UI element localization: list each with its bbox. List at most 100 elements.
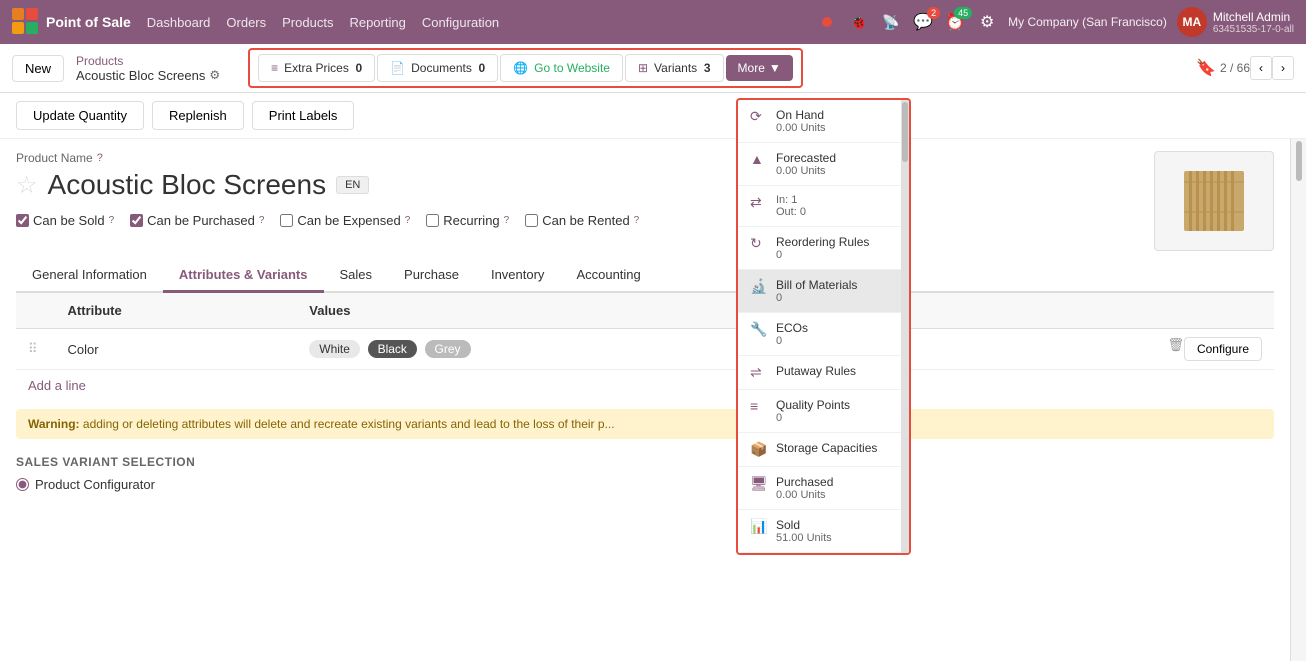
activity-icon[interactable]: ⏰ 45	[944, 11, 966, 33]
can-be-sold-checkbox[interactable]: Can be Sold ?	[16, 213, 114, 228]
product-image-svg	[1174, 161, 1254, 241]
dropdown-item-ecos[interactable]: 🔧 ECOs 0	[738, 313, 909, 356]
update-quantity-button[interactable]: Update Quantity	[16, 101, 144, 130]
dropdown-item-quality[interactable]: ≡ Quality Points 0	[738, 390, 909, 433]
recurring-checkbox[interactable]: Recurring ?	[426, 213, 509, 228]
next-page-button[interactable]: ›	[1272, 56, 1294, 80]
right-scrollbar[interactable]	[1290, 139, 1306, 661]
language-badge[interactable]: EN	[336, 176, 369, 194]
product-image[interactable]	[1154, 151, 1274, 251]
product-configurator-radio[interactable]: Product Configurator	[16, 477, 1274, 492]
tab-attributes-variants[interactable]: Attributes & Variants	[163, 259, 324, 293]
chat-badge: 2	[927, 7, 940, 19]
page-actions-bar: Update Quantity Replenish Print Labels	[0, 93, 1306, 139]
can-be-expensed-checkbox[interactable]: Can be Expensed ?	[280, 213, 410, 228]
breadcrumb-gear-icon[interactable]: ⚙	[209, 68, 220, 82]
website-icon: 🌐	[513, 61, 528, 75]
go-to-website-button[interactable]: 🌐 Go to Website	[500, 54, 623, 82]
purchased-icon: 🖥	[750, 475, 768, 492]
sales-variant-section-title: SALES VARIANT SELECTION	[16, 455, 1274, 469]
menu-reporting[interactable]: Reporting	[349, 15, 405, 30]
product-name-help-icon[interactable]: ?	[97, 152, 103, 164]
user-name: Mitchell Admin	[1213, 10, 1294, 24]
tab-inventory[interactable]: Inventory	[475, 259, 560, 293]
sold-help-icon[interactable]: ?	[109, 215, 115, 226]
breadcrumb-parent[interactable]: Products	[76, 54, 220, 68]
sold-icon: 📊	[750, 518, 768, 535]
print-labels-button[interactable]: Print Labels	[252, 101, 355, 130]
warning-message: Warning: adding or deleting attributes w…	[16, 409, 1274, 439]
menu-products[interactable]: Products	[282, 15, 333, 30]
new-button[interactable]: New	[12, 55, 64, 82]
tab-purchase[interactable]: Purchase	[388, 259, 475, 293]
tag-grey: Grey	[425, 340, 471, 358]
expensed-help-icon[interactable]: ?	[405, 215, 411, 226]
can-be-purchased-checkbox[interactable]: Can be Purchased ?	[130, 213, 264, 228]
more-button[interactable]: More ▼	[726, 55, 793, 81]
breadcrumb: Products Acoustic Bloc Screens ⚙	[76, 54, 220, 83]
main-menu: Dashboard Orders Products Reporting Conf…	[147, 15, 499, 30]
dropdown-scrollbar[interactable]	[901, 100, 909, 553]
dropdown-item-reordering[interactable]: ↻ Reordering Rules 0	[738, 227, 909, 270]
more-dropdown-menu: ⟳ On Hand 0.00 Units ▲ Forecasted 0.00 U…	[736, 98, 911, 555]
chat-icon[interactable]: 💬 2	[912, 11, 934, 33]
extra-prices-icon: ≡	[271, 61, 278, 75]
status-dot-red[interactable]	[816, 11, 838, 33]
dropdown-item-on-hand[interactable]: ⟳ On Hand 0.00 Units	[738, 100, 909, 143]
top-navigation: Point of Sale Dashboard Orders Products …	[0, 0, 1306, 44]
extra-prices-button[interactable]: ≡ Extra Prices 0	[258, 54, 375, 82]
network-icon[interactable]: 📡	[880, 11, 902, 33]
dropdown-item-purchased[interactable]: 🖥 Purchased 0.00 Units	[738, 467, 909, 510]
company-name: My Company (San Francisco)	[1008, 15, 1167, 29]
tab-general-information[interactable]: General Information	[16, 259, 163, 293]
attribute-col-header: Attribute	[56, 293, 298, 329]
purchased-help-icon[interactable]: ?	[259, 215, 265, 226]
forecasted-icon: ▲	[750, 151, 768, 167]
variants-button[interactable]: ⊞ Variants 3	[625, 54, 724, 82]
configure-button[interactable]: Configure	[1184, 337, 1262, 361]
menu-orders[interactable]: Orders	[226, 15, 266, 30]
tag-white: White	[309, 340, 360, 358]
app-logo[interactable]: Point of Sale	[12, 8, 131, 36]
reordering-icon: ↻	[750, 235, 768, 252]
tab-sales[interactable]: Sales	[324, 259, 389, 293]
documents-button[interactable]: 📄 Documents 0	[377, 54, 498, 82]
tag-black: Black	[368, 340, 417, 358]
can-be-rented-checkbox[interactable]: Can be Rented ?	[525, 213, 639, 228]
favorite-star-icon[interactable]: ☆	[16, 171, 38, 200]
dropdown-item-storage[interactable]: 📦 Storage Capacities	[738, 433, 909, 467]
attributes-table: Attribute Values ⠿ Color White Black	[16, 293, 1274, 370]
variants-icon: ⊞	[638, 61, 648, 75]
tab-accounting[interactable]: Accounting	[560, 259, 656, 293]
quality-icon: ≡	[750, 398, 768, 414]
recurring-help-icon[interactable]: ?	[504, 215, 510, 226]
menu-configuration[interactable]: Configuration	[422, 15, 499, 30]
debug-icon[interactable]: 🐞	[848, 11, 870, 33]
replenish-button[interactable]: Replenish	[152, 101, 244, 130]
menu-dashboard[interactable]: Dashboard	[147, 15, 211, 30]
rented-help-icon[interactable]: ?	[634, 215, 640, 226]
user-id: 63451535-17-0-all	[1213, 24, 1294, 35]
product-name-heading: Acoustic Bloc Screens	[48, 169, 327, 201]
top-right-actions: 🐞 📡 💬 2 ⏰ 45 ⚙ My Company (San Francisco…	[816, 7, 1294, 37]
dropdown-item-putaway[interactable]: ⇌ Putaway Rules	[738, 356, 909, 390]
dropdown-item-in-out[interactable]: ⇄ In: 1 Out: 0	[738, 186, 909, 227]
user-menu[interactable]: MA Mitchell Admin 63451535-17-0-all	[1177, 7, 1294, 37]
ecos-icon: 🔧	[750, 321, 768, 338]
dropdown-item-sold[interactable]: 📊 Sold 51.00 Units	[738, 510, 909, 553]
pagination-info: 2 / 66	[1220, 61, 1250, 75]
bookmark-icon[interactable]: 🔖	[1196, 58, 1216, 78]
dropdown-item-bom[interactable]: 🔬 Bill of Materials 0	[738, 270, 909, 313]
on-hand-icon: ⟳	[750, 108, 768, 125]
bom-icon: 🔬	[750, 278, 768, 295]
settings-icon[interactable]: ⚙	[976, 11, 998, 33]
attribute-color-label: Color	[68, 342, 99, 357]
product-name-label: Product Name ?	[16, 151, 1154, 165]
action-toolbar: ≡ Extra Prices 0 📄 Documents 0 🌐 Go to W…	[248, 48, 803, 88]
page-content-area: Product Name ? ☆ Acoustic Bloc Screens E…	[0, 139, 1290, 661]
dropdown-item-forecasted[interactable]: ▲ Forecasted 0.00 Units	[738, 143, 909, 186]
delete-row-icon[interactable]: 🗑	[1167, 337, 1184, 352]
prev-page-button[interactable]: ‹	[1250, 56, 1272, 80]
add-line-link[interactable]: Add a line	[16, 370, 1274, 401]
drag-handle-icon[interactable]: ⠿	[28, 341, 38, 356]
